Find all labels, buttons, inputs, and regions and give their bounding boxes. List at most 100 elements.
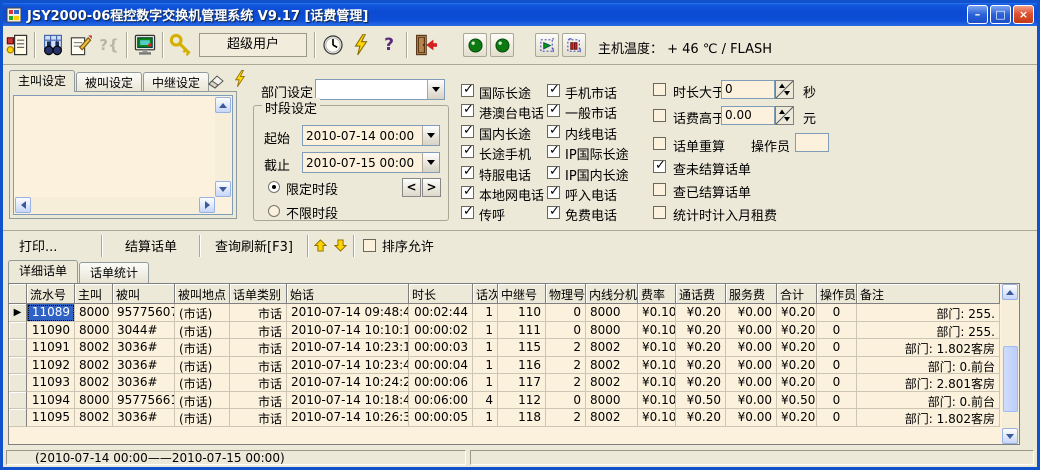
cell[interactable]: 00:00:05 bbox=[409, 409, 473, 427]
cell[interactable]: 8000 bbox=[586, 392, 638, 410]
cell[interactable]: 2 bbox=[546, 357, 586, 375]
table-row[interactable]: ▶11089800095775607#(市话)市话2010-07-14 09:4… bbox=[9, 304, 1019, 322]
settle-button[interactable]: 结算话单 bbox=[105, 234, 197, 258]
cell[interactable]: 1 bbox=[473, 304, 498, 322]
cell[interactable]: 8000 bbox=[75, 304, 113, 322]
calltype-checkbox[interactable] bbox=[461, 84, 474, 97]
row-indicator[interactable] bbox=[9, 392, 27, 410]
cell[interactable]: ¥0.00 bbox=[726, 409, 777, 427]
row-indicator[interactable] bbox=[9, 357, 27, 375]
table-row[interactable]: 1109280023036#(市话)市话2010-07-14 10:23:450… bbox=[9, 357, 1019, 375]
cell[interactable]: 2010-07-14 10:10:10 bbox=[287, 322, 409, 340]
grid-scroll-down-button[interactable] bbox=[1002, 428, 1018, 444]
monthly-fee-checkbox[interactable] bbox=[653, 206, 666, 219]
listbox-hscrollbar[interactable] bbox=[15, 197, 215, 213]
cell[interactable]: ¥0.10 bbox=[638, 322, 676, 340]
cell[interactable]: 2010-07-14 10:23:45 bbox=[287, 357, 409, 375]
cell[interactable]: ¥0.10 bbox=[638, 357, 676, 375]
column-header[interactable]: 物理号 bbox=[546, 284, 586, 304]
quick-action-button[interactable] bbox=[347, 31, 375, 59]
unsettled-checkbox[interactable] bbox=[653, 160, 666, 173]
calltype-checkbox[interactable] bbox=[461, 206, 474, 219]
cell[interactable]: ¥0.20 bbox=[676, 357, 726, 375]
grid-tab-0[interactable]: 详细话单 bbox=[8, 260, 78, 283]
cell[interactable]: 8002 bbox=[586, 409, 638, 427]
trace-start-button[interactable] bbox=[535, 33, 559, 57]
column-header[interactable]: 合计 bbox=[777, 284, 817, 304]
cell[interactable]: 0 bbox=[817, 392, 857, 410]
cell[interactable]: 11092 bbox=[27, 357, 75, 375]
cell[interactable]: 部门: 255. bbox=[857, 322, 1000, 340]
cell[interactable]: 00:02:44 bbox=[409, 304, 473, 322]
cell[interactable]: 8002 bbox=[75, 374, 113, 392]
monitor-button[interactable] bbox=[131, 31, 159, 59]
cell[interactable]: ¥0.10 bbox=[638, 339, 676, 357]
titlebar[interactable]: JSY2000-06程控数字交换机管理系统 V9.17 [话费管理] – □ × bbox=[3, 3, 1037, 26]
cell[interactable]: 00:06:00 bbox=[409, 392, 473, 410]
filter-tab-1[interactable]: 被叫设定 bbox=[76, 72, 142, 92]
cell[interactable]: 部门: 1.802客房 bbox=[857, 339, 1000, 357]
row-indicator[interactable] bbox=[9, 322, 27, 340]
cell[interactable]: 市话 bbox=[230, 409, 287, 427]
search-button[interactable] bbox=[39, 31, 67, 59]
move-up-button[interactable] bbox=[311, 236, 331, 256]
grid-scroll-thumb[interactable] bbox=[1003, 346, 1018, 412]
edit-record-button[interactable] bbox=[67, 31, 95, 59]
cell[interactable]: 11093 bbox=[27, 374, 75, 392]
cell[interactable]: 0 bbox=[817, 322, 857, 340]
cell[interactable]: (市话) bbox=[175, 304, 230, 322]
cell[interactable]: 8002 bbox=[586, 357, 638, 375]
row-indicator[interactable] bbox=[9, 339, 27, 357]
cell[interactable]: 00:00:02 bbox=[409, 322, 473, 340]
close-button[interactable]: × bbox=[1013, 5, 1034, 24]
cell[interactable]: 部门: 0.前台 bbox=[857, 357, 1000, 375]
filter-tab-2[interactable]: 中继设定 bbox=[143, 72, 209, 92]
cell[interactable]: ¥0.50 bbox=[676, 392, 726, 410]
cell[interactable]: 118 bbox=[498, 409, 546, 427]
recalc-checkbox[interactable] bbox=[653, 137, 666, 150]
cell[interactable]: ¥0.00 bbox=[726, 357, 777, 375]
cell[interactable]: (市话) bbox=[175, 374, 230, 392]
start-datetime-combobox[interactable]: 2010-07-14 00:00 bbox=[302, 125, 440, 146]
column-header[interactable]: 操作员 bbox=[817, 284, 857, 304]
cell[interactable]: ¥0.00 bbox=[726, 304, 777, 322]
cell[interactable]: ¥0.00 bbox=[726, 374, 777, 392]
column-header[interactable]: 费率 bbox=[638, 284, 676, 304]
fee-input[interactable]: 0.00 bbox=[721, 106, 775, 125]
cell[interactable]: 00:00:06 bbox=[409, 374, 473, 392]
scroll-down-button[interactable] bbox=[215, 181, 231, 197]
cell[interactable]: ¥0.20 bbox=[777, 304, 817, 322]
exit-button[interactable] bbox=[411, 31, 439, 59]
cell[interactable]: 11094 bbox=[27, 392, 75, 410]
refresh-button[interactable]: 查询刷新[F3] bbox=[203, 234, 305, 258]
cell[interactable]: 市话 bbox=[230, 374, 287, 392]
cell[interactable]: 2 bbox=[546, 409, 586, 427]
cell[interactable]: 0 bbox=[817, 339, 857, 357]
cell[interactable]: ¥0.20 bbox=[777, 357, 817, 375]
cell[interactable]: 8002 bbox=[586, 374, 638, 392]
calltype-checkbox[interactable] bbox=[547, 206, 560, 219]
cell[interactable]: ¥0.20 bbox=[676, 409, 726, 427]
cell[interactable]: 1 bbox=[473, 374, 498, 392]
prev-period-button[interactable]: < bbox=[402, 178, 421, 197]
minimize-button[interactable]: – bbox=[967, 5, 988, 24]
operator-input[interactable] bbox=[795, 133, 829, 152]
cell[interactable]: (市话) bbox=[175, 409, 230, 427]
cell[interactable]: ¥0.20 bbox=[777, 374, 817, 392]
cell[interactable]: 部门: 1.802客房 bbox=[857, 409, 1000, 427]
cell[interactable]: ¥0.10 bbox=[638, 409, 676, 427]
cell[interactable]: 2010-07-14 10:23:18 bbox=[287, 339, 409, 357]
cell[interactable]: 2010-07-14 10:26:39 bbox=[287, 409, 409, 427]
caller-filter-listbox[interactable] bbox=[13, 95, 233, 215]
cell[interactable]: 8002 bbox=[75, 339, 113, 357]
column-header[interactable]: 主叫 bbox=[75, 284, 113, 304]
fee-spinner[interactable] bbox=[775, 106, 794, 129]
column-header[interactable]: 内线分机 bbox=[586, 284, 638, 304]
dept-combobox[interactable] bbox=[315, 79, 445, 100]
clear-filter-button[interactable] bbox=[204, 72, 228, 90]
cell[interactable]: 2 bbox=[546, 339, 586, 357]
cell[interactable]: 8002 bbox=[586, 339, 638, 357]
cell[interactable]: 00:00:04 bbox=[409, 357, 473, 375]
cell[interactable]: 4 bbox=[473, 392, 498, 410]
cell[interactable]: 11095 bbox=[27, 409, 75, 427]
